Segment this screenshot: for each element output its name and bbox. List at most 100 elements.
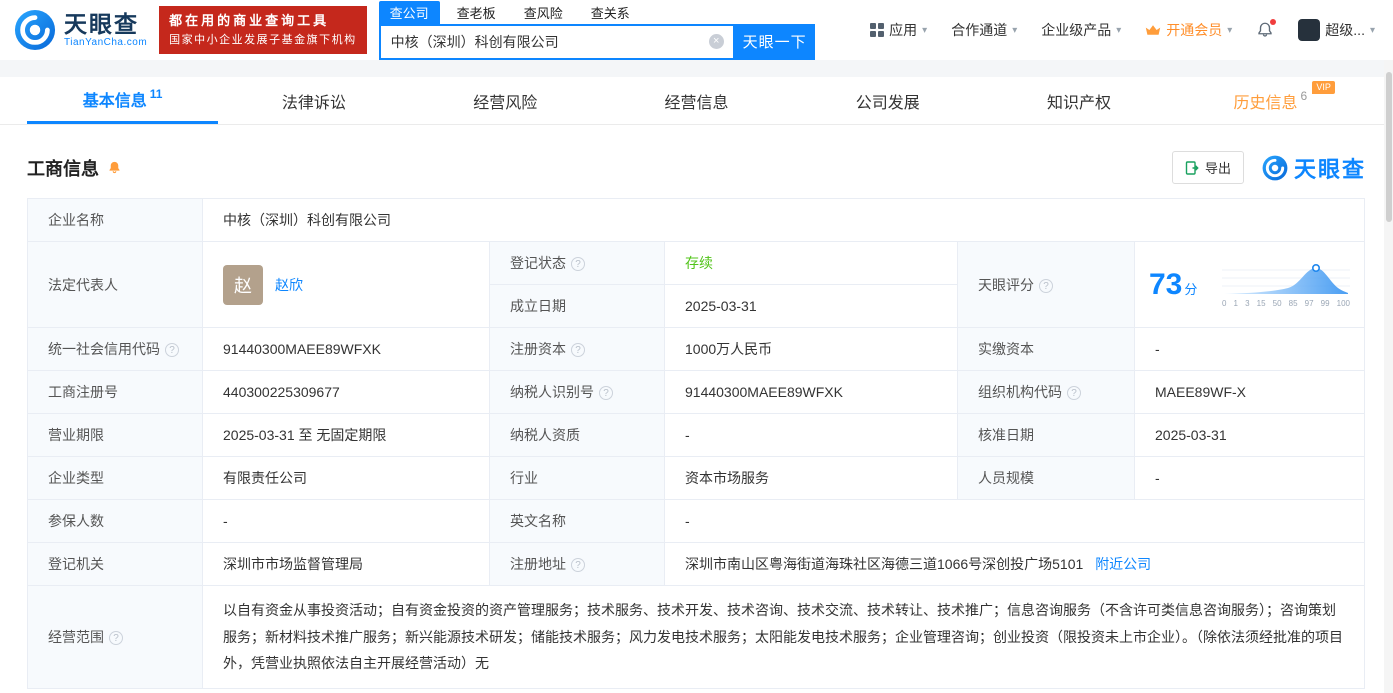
nearby-companies-link[interactable]: 附近公司 (1095, 556, 1151, 572)
help-icon[interactable]: ? (1067, 386, 1081, 400)
scrollbar-thumb[interactable] (1386, 72, 1392, 222)
notification-dot (1270, 19, 1276, 25)
main-content: 工商信息 导出 (0, 151, 1393, 689)
org-code-value: MAEE89WF-X (1135, 371, 1365, 414)
tab-basic-info[interactable]: 基本信息11 (27, 77, 218, 124)
credit-code-value: 91440300MAEE89WFXK (203, 328, 490, 371)
table-row: 统一社会信用代码? 91440300MAEE89WFXK 注册资本? 1000万… (28, 328, 1365, 371)
table-row: 登记机关 深圳市市场监督管理局 注册地址? 深圳市南山区粤海街道海珠社区海德三道… (28, 543, 1365, 586)
established-value: 2025-03-31 (665, 285, 958, 328)
address-value: 深圳市南山区粤海街道海珠社区海德三道1066号深创投广场5101 (685, 556, 1083, 572)
logo-eye-icon (14, 9, 56, 51)
term-value: 2025-03-31 至 无固定期限 (203, 414, 490, 457)
address-label: 注册地址? (490, 543, 665, 586)
search-button[interactable]: 天眼一下 (735, 24, 815, 60)
tab-count: 6 (1300, 89, 1307, 103)
top-header: 天眼查 TianYanCha.com 都在用的商业查询工具 国家中小企业发展子基… (0, 0, 1393, 60)
scrollbar[interactable] (1384, 60, 1393, 693)
table-row: 经营范围? 以自有资金从事投资活动；自有资金投资的资产管理服务；技术服务、技术开… (28, 586, 1365, 689)
table-row: 企业名称 中核（深圳）科创有限公司 (28, 199, 1365, 242)
score-cell: 73 分 (1135, 242, 1365, 328)
industry-value: 资本市场服务 (665, 457, 958, 500)
help-icon[interactable]: ? (571, 257, 585, 271)
legal-rep-cell: 赵 赵欣 (203, 242, 490, 328)
watermark-logo: 天眼查 (1262, 152, 1366, 184)
nav-enterprise[interactable]: 企业级产品 ▾ (1041, 20, 1121, 40)
search-tab-company[interactable]: 查公司 (379, 1, 440, 24)
page-gap-strip (0, 60, 1393, 77)
tab-intellectual-property[interactable]: 知识产权 (983, 77, 1174, 124)
tab-history-info[interactable]: 历史信息6 VIP (1175, 77, 1366, 124)
notification-bell-icon[interactable] (1256, 21, 1274, 39)
search-tab-risk[interactable]: 查风险 (513, 1, 574, 24)
help-icon[interactable]: ? (571, 558, 585, 572)
help-icon[interactable]: ? (571, 343, 585, 357)
nav-partner[interactable]: 合作通道 ▾ (951, 20, 1017, 40)
export-icon (1185, 161, 1199, 175)
export-button[interactable]: 导出 (1172, 151, 1244, 184)
tianyancha-logo[interactable]: 天眼查 TianYanCha.com (14, 9, 147, 51)
user-avatar (1298, 19, 1320, 41)
search-box: × (379, 24, 735, 60)
clear-icon[interactable]: × (709, 34, 724, 49)
chevron-down-icon: ▾ (922, 25, 927, 36)
table-row: 工商注册号 440300225309677 纳税人识别号? 91440300MA… (28, 371, 1365, 414)
approved-label: 核准日期 (958, 414, 1135, 457)
scope-value: 以自有资金从事投资活动；自有资金投资的资产管理服务；技术服务、技术开发、技术咨询… (203, 586, 1365, 689)
nav-vip-upgrade[interactable]: 开通会员 ▾ (1145, 20, 1232, 40)
reg-status-value: 存续 (665, 242, 958, 285)
help-icon[interactable]: ? (599, 386, 613, 400)
company-tabbar: 基本信息11 法律诉讼 经营风险 经营信息 公司发展 知识产权 历史信息6 VI… (0, 77, 1393, 125)
crown-icon (1145, 24, 1161, 36)
reg-no-label: 工商注册号 (28, 371, 203, 414)
help-icon[interactable]: ? (165, 343, 179, 357)
insured-value: - (203, 500, 490, 543)
slogan-line2: 国家中小企业发展子基金旗下机构 (169, 32, 357, 49)
taxpayer-quality-label: 纳税人资质 (490, 414, 665, 457)
nav-apps[interactable]: 应用 ▾ (870, 20, 927, 40)
nav-partner-label: 合作通道 (951, 20, 1007, 40)
table-row: 企业类型 有限责任公司 行业 资本市场服务 人员规模 - (28, 457, 1365, 500)
nav-enterprise-label: 企业级产品 (1041, 20, 1111, 40)
section-title: 工商信息 (27, 155, 99, 181)
vip-badge: VIP (1312, 81, 1335, 94)
type-value: 有限责任公司 (203, 457, 490, 500)
help-icon[interactable]: ? (1039, 279, 1053, 293)
chevron-down-icon: ▾ (1012, 25, 1017, 36)
authority-label: 登记机关 (28, 543, 203, 586)
search-input[interactable] (381, 34, 709, 50)
search-tab-relation[interactable]: 查关系 (580, 1, 641, 24)
table-row: 营业期限 2025-03-31 至 无固定期限 纳税人资质 - 核准日期 202… (28, 414, 1365, 457)
status-badge: 存续 (685, 255, 713, 271)
watermark-brand-text: 天眼查 (1294, 152, 1366, 184)
legal-rep-link[interactable]: 赵欣 (275, 275, 303, 295)
english-name-label: 英文名称 (490, 500, 665, 543)
nav-user-menu[interactable]: 超级... ▾ (1298, 19, 1375, 41)
score-unit: 分 (1184, 279, 1197, 298)
slogan-line1: 都在用的商业查询工具 (169, 11, 357, 31)
taxpayer-no-value: 91440300MAEE89WFXK (665, 371, 958, 414)
tab-legal-lawsuit[interactable]: 法律诉讼 (218, 77, 409, 124)
reg-capital-value: 1000万人民币 (665, 328, 958, 371)
tab-count: 11 (150, 87, 163, 101)
business-info-table: 企业名称 中核（深圳）科创有限公司 法定代表人 赵 赵欣 登记状态? 存续 (27, 198, 1365, 689)
help-icon[interactable]: ? (109, 631, 123, 645)
subscribe-bell-icon[interactable] (107, 160, 122, 175)
english-name-value: - (665, 500, 1365, 543)
tab-operating-risk[interactable]: 经营风险 (410, 77, 601, 124)
score-axis-ticks: 0131550859799100 (1222, 300, 1350, 308)
tab-operating-info[interactable]: 经营信息 (601, 77, 792, 124)
paid-capital-label: 实缴资本 (958, 328, 1135, 371)
legal-rep-avatar[interactable]: 赵 (223, 265, 263, 305)
company-name-label: 企业名称 (28, 199, 203, 242)
legal-rep-label: 法定代表人 (28, 242, 203, 328)
search-tab-boss[interactable]: 查老板 (446, 1, 507, 24)
nav-user-label: 超级... (1325, 20, 1365, 40)
credit-code-label: 统一社会信用代码? (28, 328, 203, 371)
grid-icon (870, 23, 884, 37)
taxpayer-no-label: 纳税人识别号? (490, 371, 665, 414)
chevron-down-icon: ▾ (1227, 25, 1232, 36)
table-row: 参保人数 - 英文名称 - (28, 500, 1365, 543)
type-label: 企业类型 (28, 457, 203, 500)
tab-company-development[interactable]: 公司发展 (792, 77, 983, 124)
